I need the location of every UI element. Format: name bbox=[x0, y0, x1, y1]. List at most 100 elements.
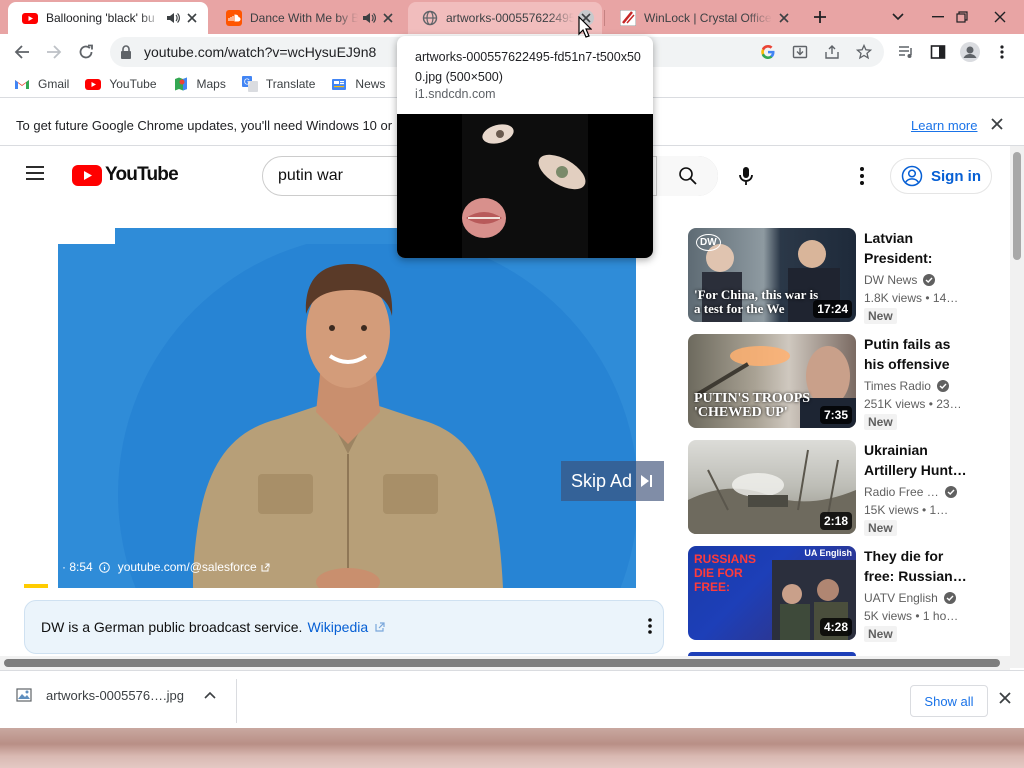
bookmark-gmail[interactable]: Gmail bbox=[14, 76, 69, 92]
bookmark-youtube[interactable]: YouTube bbox=[85, 76, 157, 92]
wikipedia-link[interactable]: Wikipedia bbox=[307, 619, 368, 635]
divider bbox=[236, 679, 237, 723]
back-arrow-icon bbox=[14, 45, 29, 59]
recommended-video[interactable]: PUTIN'S TROOPS 'CHEWED UP' 7:35 Putin fa… bbox=[688, 334, 1008, 430]
channel-name[interactable]: DW News bbox=[864, 273, 936, 287]
forward-button[interactable] bbox=[40, 38, 68, 66]
install-icon[interactable] bbox=[792, 44, 808, 60]
restore-icon bbox=[956, 11, 968, 23]
video-meta: 1.8K views • 14… bbox=[864, 291, 959, 305]
video-title[interactable]: Latvian President: Wh… bbox=[864, 228, 968, 268]
account-icon bbox=[901, 165, 923, 187]
info-panel-text: DW is a German public broadcast service. bbox=[41, 619, 303, 635]
tab-separator bbox=[604, 10, 605, 26]
media-control-button[interactable] bbox=[892, 38, 920, 66]
close-tab-icon[interactable] bbox=[380, 10, 396, 26]
new-tab-button[interactable] bbox=[806, 4, 834, 30]
star-icon[interactable] bbox=[856, 44, 872, 60]
channel-name[interactable]: Times Radio bbox=[864, 379, 949, 393]
new-badge: New bbox=[864, 414, 897, 430]
video-thumbnail[interactable]: PUTIN'S TROOPS 'CHEWED UP' 7:35 bbox=[688, 334, 856, 428]
chevron-down-icon bbox=[892, 13, 904, 21]
tab-search-button[interactable] bbox=[884, 4, 912, 30]
window-close-button[interactable] bbox=[980, 4, 1020, 30]
settings-more-icon[interactable] bbox=[852, 164, 872, 188]
news-icon bbox=[332, 78, 347, 90]
microphone-icon[interactable] bbox=[734, 164, 758, 188]
tab-winlock[interactable]: WinLock | Crystal Office bbox=[606, 2, 800, 34]
close-icon[interactable] bbox=[998, 691, 1012, 705]
channel-name[interactable]: Radio Free … bbox=[864, 485, 957, 499]
presenter-figure bbox=[193, 264, 503, 588]
tab-artworks[interactable]: artworks-000557622495 bbox=[408, 2, 602, 34]
side-panel-button[interactable] bbox=[924, 38, 952, 66]
chevron-up-icon[interactable] bbox=[204, 691, 216, 699]
video-thumbnail[interactable]: DW 'For China, this war is a test for th… bbox=[688, 228, 856, 322]
video-title[interactable]: Putin fails as his offensive i… bbox=[864, 334, 968, 374]
image-file-icon bbox=[16, 688, 32, 702]
artwork-preview bbox=[462, 114, 588, 258]
search-button[interactable] bbox=[656, 156, 718, 196]
back-button[interactable] bbox=[8, 38, 36, 66]
tab-ballooning[interactable]: Ballooning 'black' bu bbox=[8, 2, 208, 34]
bookmark-maps[interactable]: Maps bbox=[173, 76, 226, 92]
download-item[interactable]: artworks-0005576….jpg bbox=[16, 687, 184, 703]
video-thumbnail[interactable]: UA English RUSSIANS DIE FOR FREE: 4:28 bbox=[688, 546, 856, 640]
new-badge: New bbox=[864, 308, 897, 324]
globe-icon bbox=[422, 10, 438, 26]
channel-label: UATV English bbox=[864, 591, 938, 605]
video-thumbnail[interactable]: 2:18 bbox=[688, 440, 856, 534]
video-title[interactable]: Ukrainian Artillery Hunt… bbox=[864, 440, 968, 480]
youtube-play-icon bbox=[72, 164, 102, 186]
close-tab-icon[interactable] bbox=[184, 10, 200, 26]
video-player[interactable]: Ad · 8:54 youtube.com/@salesforce Skip A… bbox=[24, 228, 664, 588]
chrome-menu-button[interactable] bbox=[988, 38, 1016, 66]
recommended-video[interactable]: DW 'For China, this war is a test for th… bbox=[688, 228, 1008, 324]
speaker-icon[interactable] bbox=[166, 11, 180, 25]
sign-in-label: Sign in bbox=[931, 167, 981, 185]
info-icon[interactable] bbox=[98, 561, 110, 573]
more-vert-icon[interactable] bbox=[647, 617, 653, 635]
scrollbar-thumb[interactable] bbox=[4, 659, 1000, 667]
reload-button[interactable] bbox=[72, 38, 100, 66]
soundcloud-icon bbox=[226, 10, 242, 26]
advertiser-link[interactable]: youtube.com/@salesforce bbox=[118, 560, 257, 574]
infobar-close-icon[interactable] bbox=[990, 117, 1004, 131]
bookmark-news[interactable]: News bbox=[331, 76, 385, 92]
speaker-icon[interactable] bbox=[362, 11, 376, 25]
close-tab-icon[interactable] bbox=[776, 10, 792, 26]
bookmark-translate[interactable]: G Translate bbox=[241, 75, 315, 92]
learn-more-link[interactable]: Learn more bbox=[911, 118, 977, 133]
video-frame[interactable] bbox=[58, 244, 636, 588]
restore-button[interactable] bbox=[948, 4, 976, 30]
recommended-video[interactable]: UA English RUSSIANS DIE FOR FREE: 4:28 T… bbox=[688, 546, 1008, 642]
menu-icon[interactable] bbox=[24, 164, 46, 182]
profile-button[interactable] bbox=[956, 38, 984, 66]
vertical-scrollbar[interactable] bbox=[1010, 146, 1024, 668]
tab-hover-card: artworks-000557622495-fd51n7-t500x500.jp… bbox=[397, 36, 653, 258]
youtube-logo[interactable]: YouTube bbox=[72, 164, 179, 186]
external-link-icon bbox=[375, 622, 385, 632]
google-icon[interactable] bbox=[760, 44, 776, 60]
video-title[interactable]: They die for free: Russian… bbox=[864, 546, 968, 586]
url-text[interactable]: youtube.com/watch?v=wcHysuEJ9n8 bbox=[144, 44, 376, 60]
reload-icon bbox=[79, 44, 93, 59]
info-panel: DW is a German public broadcast service.… bbox=[24, 600, 664, 654]
ad-progress-bar[interactable] bbox=[24, 584, 48, 588]
channel-name[interactable]: UATV English bbox=[864, 591, 956, 605]
sign-in-button[interactable]: Sign in bbox=[890, 158, 992, 194]
share-icon[interactable] bbox=[824, 44, 840, 60]
show-all-button[interactable]: Show all bbox=[910, 685, 988, 717]
recommended-video[interactable]: 2:18 Ukrainian Artillery Hunt… Radio Fre… bbox=[688, 440, 1008, 536]
infobar-message: To get future Google Chrome updates, you… bbox=[16, 118, 393, 133]
search-value[interactable]: putin war bbox=[278, 167, 343, 185]
close-icon bbox=[994, 11, 1006, 23]
maps-icon bbox=[174, 77, 187, 90]
lock-icon[interactable] bbox=[120, 45, 132, 59]
show-all-label: Show all bbox=[924, 693, 974, 709]
scrollbar-thumb[interactable] bbox=[1013, 152, 1021, 260]
skip-ad-button[interactable]: Skip Ad bbox=[561, 461, 664, 501]
download-filename[interactable]: artworks-0005576….jpg bbox=[46, 688, 184, 703]
tab-dance-with-me[interactable]: Dance With Me by B bbox=[212, 2, 404, 34]
horizontal-scrollbar[interactable] bbox=[0, 656, 1010, 670]
